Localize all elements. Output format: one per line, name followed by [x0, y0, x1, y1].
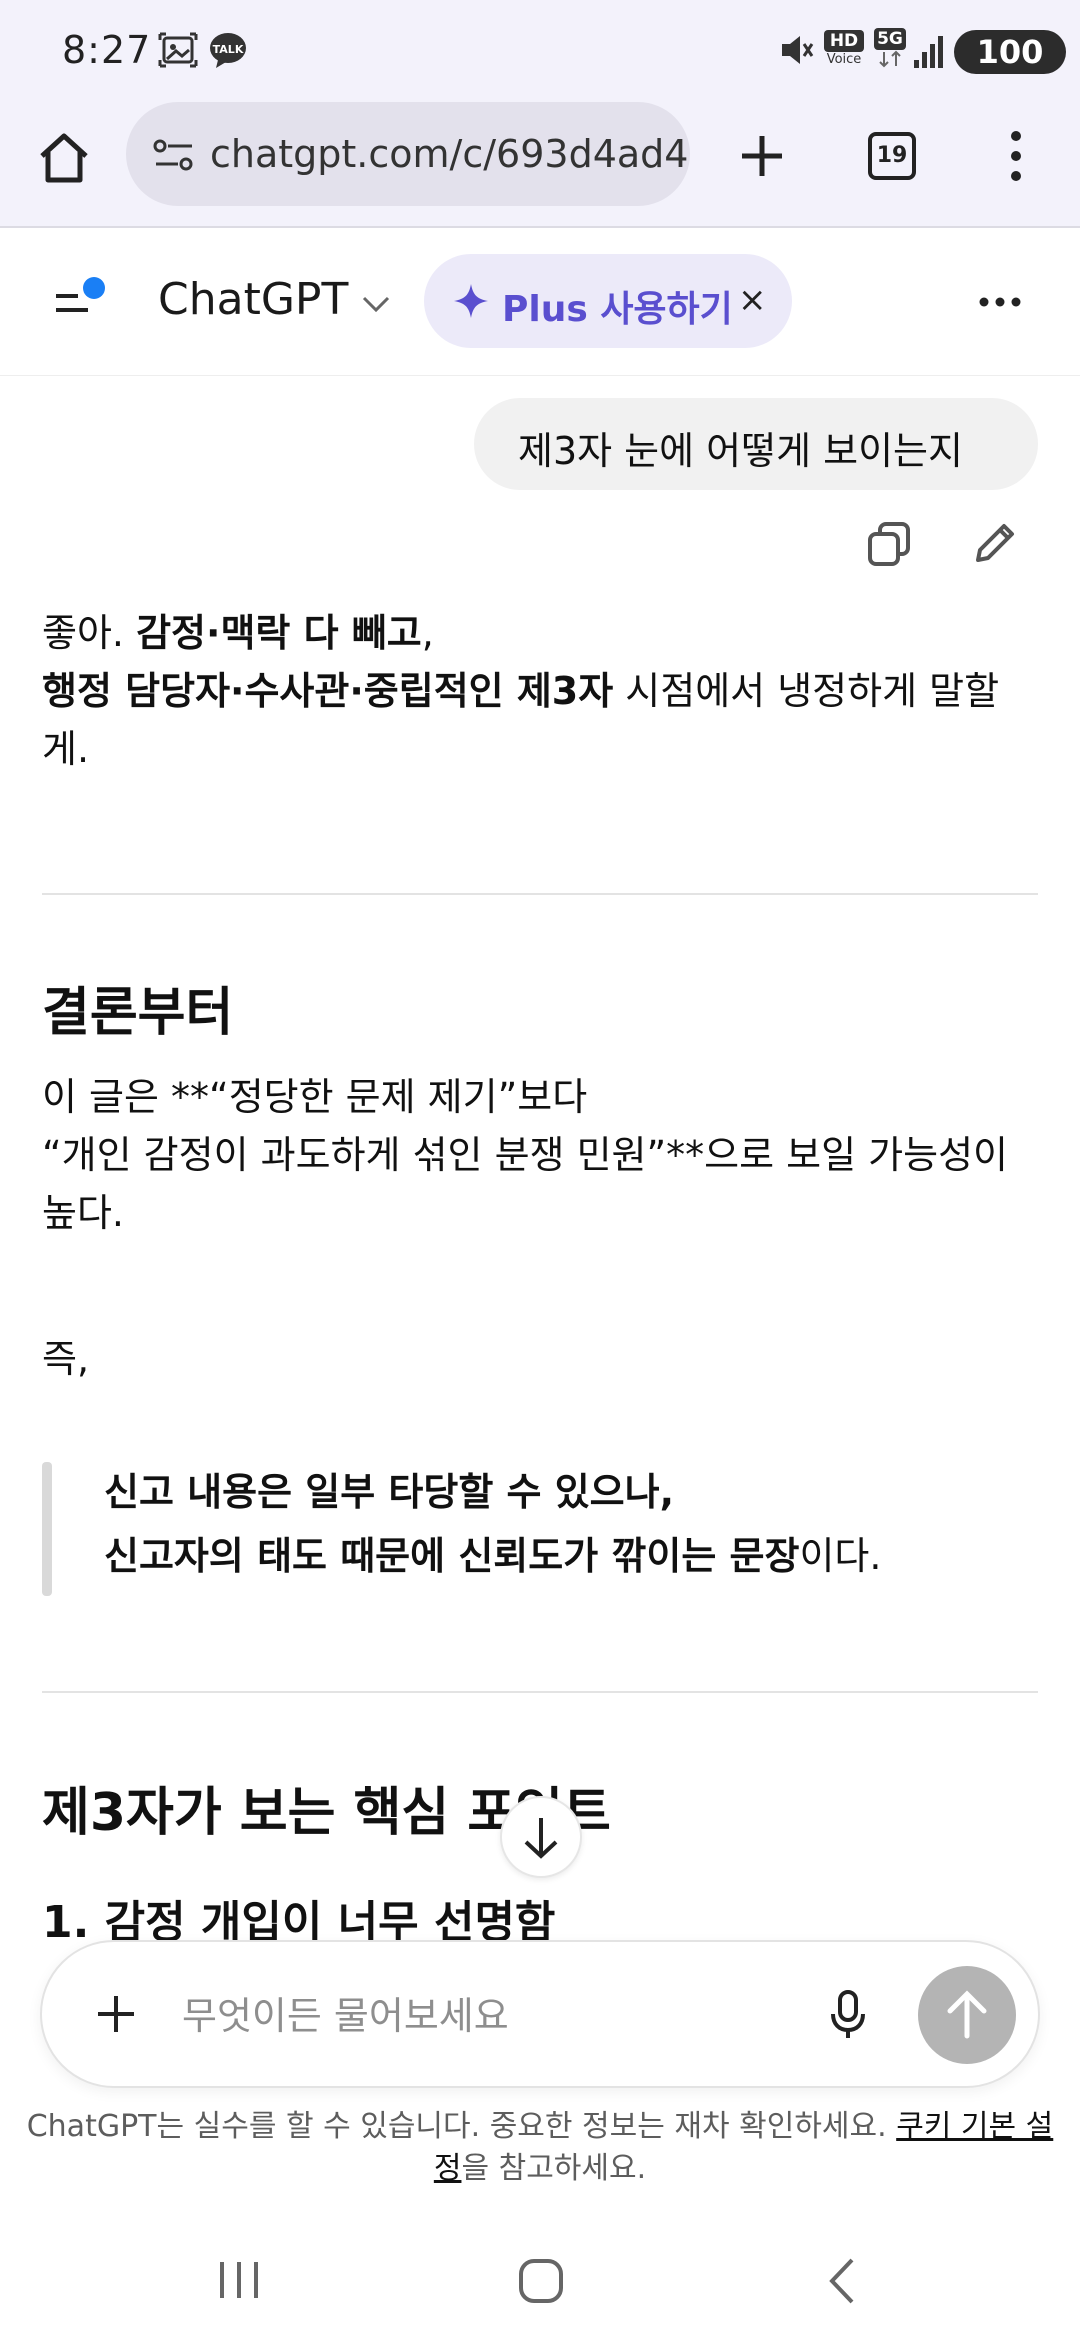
intro-bold-2: 행정 담당자·수사관·중립적인 제3자	[42, 669, 614, 713]
disclaimer: ChatGPT는 실수를 할 수 있습니다. 중요한 정보는 재차 확인하세요.…	[20, 2106, 1060, 2190]
hd-label: HD	[824, 30, 864, 52]
quote-line-1: 신고 내용은 일부 타당할 수 있으나,	[104, 1470, 675, 1514]
send-button[interactable]	[918, 1966, 1016, 2064]
status-time: 8:27	[62, 28, 152, 72]
edit-icon[interactable]	[970, 518, 1020, 572]
address-bar[interactable]: chatgpt.com/c/693d4ad4-(	[126, 102, 690, 206]
copy-icon[interactable]	[864, 518, 914, 572]
recent-apps-button[interactable]	[214, 2256, 264, 2308]
intro-paragraph: 좋아. 감정·맥락 다 빼고, 행정 담당자·수사관·중립적인 제3자 시점에서…	[42, 604, 1042, 778]
quote-line-2-bold: 신고자의 태도 때문에 신뢰도가 깎이는 문장	[104, 1534, 800, 1578]
home-button[interactable]	[34, 128, 94, 192]
more-options-icon[interactable]	[978, 292, 1022, 316]
app-header: ChatGPT Plus 사용하기 ×	[0, 230, 1080, 376]
quote-line-2-rest: 이다.	[799, 1534, 882, 1578]
system-nav-bar	[0, 2220, 1080, 2340]
blockquote: 신고 내용은 일부 타당할 수 있으나, 신고자의 태도 때문에 신뢰도가 깎이…	[104, 1460, 1044, 1588]
voice-label: Voice	[826, 52, 862, 67]
user-message-text: 제3자 눈에 어떻게 보이는지	[518, 429, 963, 473]
sidebar-menu-button[interactable]	[52, 274, 108, 334]
new-tab-button[interactable]	[734, 128, 790, 188]
model-selector[interactable]: ChatGPT	[158, 274, 348, 325]
gallery-notification-icon	[158, 30, 198, 74]
section-heading-conclusion: 결론부터	[42, 983, 234, 1043]
attach-plus-button[interactable]	[94, 1992, 138, 2040]
intro-prefix: 좋아.	[42, 611, 137, 655]
mute-icon	[778, 30, 814, 74]
message-composer	[40, 1940, 1040, 2088]
talk-label: TALK	[213, 43, 244, 56]
blockquote-bar	[42, 1462, 52, 1596]
home-nav-button[interactable]	[516, 2256, 566, 2310]
chevron-down-icon[interactable]	[360, 292, 392, 320]
hd-voice-icon: HD Voice	[824, 30, 864, 68]
scroll-to-bottom-button[interactable]	[500, 1796, 582, 1878]
talk-notification-icon: TALK	[208, 30, 248, 74]
divider	[42, 893, 1038, 895]
signal-icon	[912, 34, 946, 74]
divider	[42, 1691, 1038, 1693]
conclusion-line-1: 이 글은 **“정당한 문제 제기”보다	[42, 1075, 588, 1119]
battery-indicator: 100	[954, 30, 1066, 74]
browser-menu-icon[interactable]	[1004, 128, 1028, 188]
conclusion-paragraph: 이 글은 **“정당한 문제 제기”보다 “개인 감정이 과도하게 섞인 분쟁 …	[42, 1068, 1042, 1242]
arrow-up-icon	[947, 1990, 987, 2039]
disclaimer-suffix: 을 참고하세요.	[461, 2151, 647, 2186]
site-settings-icon[interactable]	[152, 136, 196, 180]
intro-bold-1: 감정·맥락 다 빼고	[136, 611, 422, 655]
back-button[interactable]	[822, 2256, 862, 2310]
user-message-bubble: 제3자 눈에 어떻게 보이는지	[474, 398, 1038, 490]
status-bar: 8:27 TALK HD Voice 5G 100	[0, 0, 1080, 100]
upgrade-plus-banner[interactable]: Plus 사용하기 ×	[424, 254, 792, 348]
tab-switcher-button[interactable]: 19	[868, 132, 916, 180]
intro-comma: ,	[421, 611, 434, 655]
conclusion-line-2: “개인 감정이 과도하게 섞인 분쟁 민원”**으로 보일 가능성이 높다.	[42, 1133, 1009, 1235]
browser-toolbar: chatgpt.com/c/693d4ad4-( 19	[0, 100, 1080, 228]
url-text: chatgpt.com/c/693d4ad4-(	[210, 132, 690, 176]
message-input[interactable]	[182, 1988, 822, 2044]
conclusion-line-3: 즉,	[42, 1337, 90, 1381]
arrow-down-icon	[524, 1818, 558, 1859]
sparkle-icon	[452, 282, 490, 324]
close-banner-button[interactable]: ×	[738, 280, 767, 320]
plus-label: Plus 사용하기	[502, 289, 733, 330]
microphone-icon[interactable]	[828, 1988, 868, 2044]
network-5g-icon: 5G	[874, 28, 906, 72]
disclaimer-text: ChatGPT는 실수를 할 수 있습니다. 중요한 정보는 재차 확인하세요.	[26, 2109, 897, 2144]
network-label: 5G	[874, 28, 906, 50]
